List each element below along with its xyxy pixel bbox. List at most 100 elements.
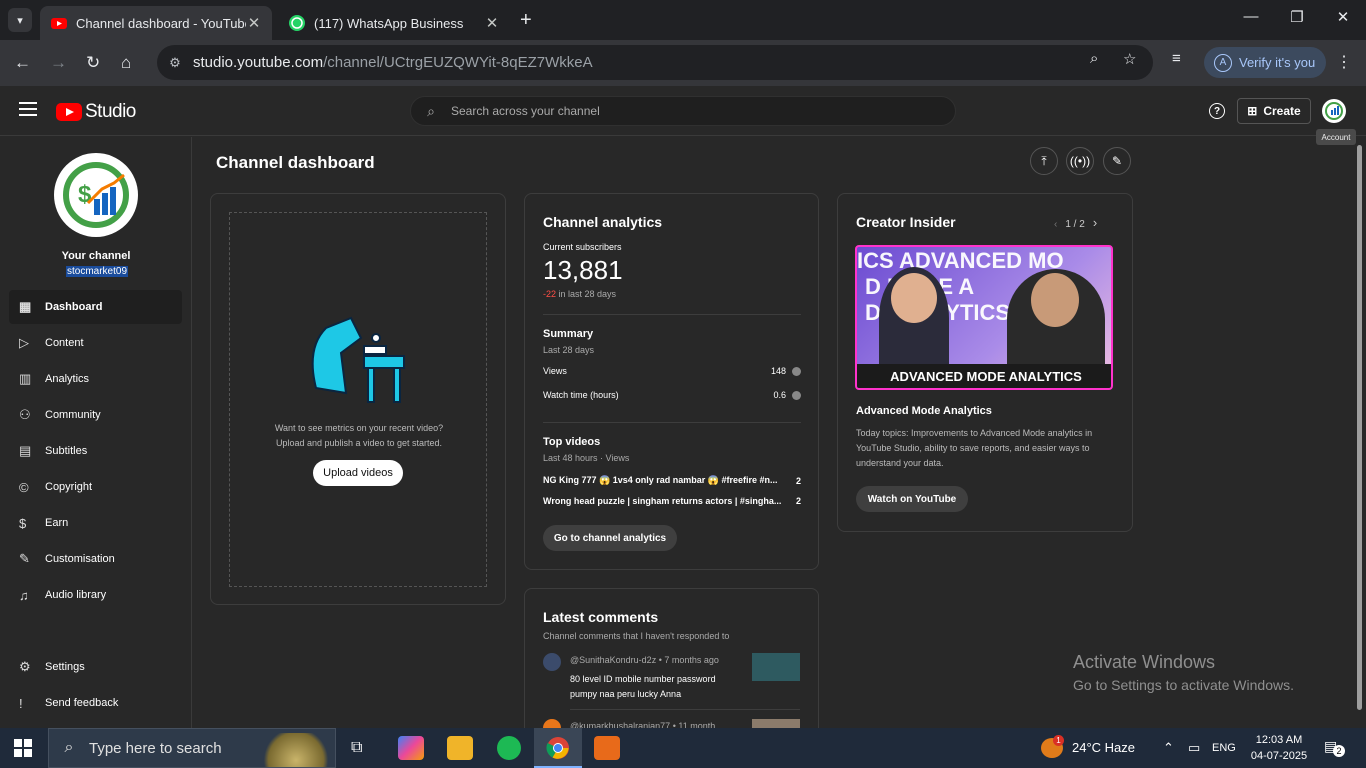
system-clock[interactable]: 12:03 AM 04-07-2025 [1244, 732, 1314, 764]
tab-title: Channel dashboard - YouTube S [76, 15, 246, 31]
divider [543, 422, 801, 423]
sidebar-item-analytics[interactable]: ▥ Analytics [9, 362, 182, 396]
create-button[interactable]: ⊞ Create [1237, 98, 1311, 124]
studio-logo[interactable]: Studio [56, 101, 136, 123]
language-indicator[interactable]: ENG [1212, 742, 1236, 754]
sidebar-item-send-feedback[interactable]: ! Send feedback [9, 686, 182, 720]
bookmark-star-icon[interactable]: ☆ [1123, 50, 1136, 68]
site-info-icon[interactable]: ⚙ [157, 55, 193, 71]
upload-line-1: Want to see metrics on your recent video… [274, 423, 444, 433]
close-icon[interactable]: ✕ [484, 14, 500, 32]
sidebar-item-settings[interactable]: ⚙ Settings [9, 650, 182, 684]
zoom-icon[interactable]: ⌕ [1090, 50, 1098, 67]
pager-label: 1 / 2 [1065, 219, 1085, 230]
youtube-icon [51, 18, 67, 29]
views-row: Views 148 [543, 366, 801, 376]
summary-period: Last 28 days [543, 345, 595, 355]
top-video-row[interactable]: NG King 777 😱 1vs4 only rad nambar 😱 #fr… [543, 475, 801, 486]
copyright-icon: © [19, 479, 29, 495]
browser-menu-icon[interactable]: ⋮ [1336, 52, 1352, 72]
comment-meta: @SunithaKondru-d2z • 7 months ago [570, 655, 719, 665]
taskbar-search-input[interactable]: ⌕ Type here to search [48, 728, 336, 768]
channel-avatar[interactable]: $ [54, 153, 138, 237]
comment-author[interactable]: @SunithaKondru-d2z [570, 655, 656, 665]
task-view-icon[interactable]: ⧉ [351, 739, 362, 757]
analytics-title: Channel analytics [543, 214, 663, 230]
weather-text[interactable]: 24°C Haze [1072, 740, 1135, 755]
meet-now-icon[interactable]: ▭ [1188, 740, 1200, 756]
back-icon[interactable]: ← [14, 53, 31, 73]
top-video-row[interactable]: Wrong head puzzle | singham returns acto… [543, 496, 801, 506]
fl-studio-icon[interactable] [594, 736, 620, 760]
go-to-analytics-button[interactable]: Go to channel analytics [543, 525, 677, 551]
sidebar-item-copyright[interactable]: © Copyright [9, 470, 182, 504]
sidebar-item-label: Content [45, 337, 84, 349]
reload-icon[interactable]: ↻ [86, 53, 100, 73]
page-scrollbar[interactable] [1357, 145, 1362, 710]
weather-badge: 1 [1053, 735, 1064, 746]
upload-icon[interactable]: ⤒ [1030, 147, 1058, 175]
media-control-icon[interactable]: ≡ [1172, 50, 1181, 67]
subscriber-change: -22 in last 28 days [543, 289, 616, 299]
copilot-icon[interactable] [398, 736, 424, 760]
new-tab-icon[interactable]: + [520, 9, 532, 32]
sidebar-item-customisation[interactable]: ✎ Customisation [9, 542, 182, 576]
search-input[interactable]: ⌕ Search across your channel [410, 96, 956, 126]
sidebar-item-label: Dashboard [45, 301, 103, 313]
comment-video-thumbnail[interactable] [752, 653, 800, 681]
sidebar-item-audio-library[interactable]: ♫ Audio library [9, 578, 182, 612]
account-avatar[interactable] [1322, 99, 1346, 123]
chevron-up-icon[interactable]: ⌃ [1163, 740, 1174, 756]
upload-line-2: Upload and publish a video to get starte… [275, 438, 443, 448]
insider-pager: ‹ 1 / 2 › [1054, 215, 1097, 230]
weather-icon[interactable]: 1 [1041, 735, 1064, 758]
info-icon[interactable] [792, 390, 801, 400]
home-icon[interactable]: ⌂ [121, 53, 131, 73]
sidebar-item-content[interactable]: ▷ Content [9, 326, 182, 360]
avatar[interactable] [543, 653, 561, 671]
thumbnail-caption: ADVANCED MODE ANALYTICS [857, 364, 1111, 388]
comment-line-2: pumpy naa peru lucky Anna [570, 689, 682, 699]
chrome-taskbar-button[interactable] [534, 728, 582, 768]
page-title: Channel dashboard [216, 153, 375, 172]
upload-videos-button[interactable]: Upload videos [313, 460, 403, 486]
video-camera-icon: ⊞ [1247, 104, 1258, 118]
account-tooltip: Account [1316, 129, 1356, 145]
channel-handle[interactable]: stocmarket09 [66, 266, 129, 277]
windows-start-icon[interactable] [14, 739, 32, 757]
tab-search-button[interactable]: ▾ [8, 8, 32, 32]
file-explorer-icon[interactable] [447, 736, 473, 760]
sidebar-item-label: Subtitles [45, 445, 88, 457]
notification-icon[interactable]: ▤ 2 [1324, 738, 1345, 757]
chevron-right-icon[interactable]: › [1093, 215, 1097, 230]
forward-icon[interactable]: → [50, 53, 67, 73]
verify-button[interactable]: A Verify it's you [1204, 47, 1326, 78]
hamburger-menu-icon[interactable] [19, 102, 37, 120]
sidebar-item-subtitles[interactable]: ▤ Subtitles [9, 434, 182, 468]
insider-thumbnail[interactable]: ICS ADVANCED MO D MODE A D ANALYTICS AD … [855, 245, 1113, 390]
address-bar[interactable]: ⚙ studio.youtube.com/channel/UCtrgEUZQWY… [157, 45, 1153, 80]
top-video-title: Wrong head puzzle | singham returns acto… [543, 496, 782, 506]
sidebar-item-dashboard[interactable]: ▦ Dashboard [9, 290, 182, 324]
search-highlight-image [259, 733, 333, 767]
sidebar-item-label: Community [45, 409, 101, 421]
minimize-icon[interactable]: — [1228, 8, 1274, 25]
restore-icon[interactable]: ❐ [1274, 8, 1320, 26]
window-close-icon[interactable]: ✕ [1320, 8, 1366, 26]
tab-title: (117) WhatsApp Business [314, 15, 464, 31]
close-icon[interactable]: ✕ [246, 14, 262, 32]
create-post-icon[interactable]: ✎ [1103, 147, 1131, 175]
go-live-icon[interactable]: ((•)) [1066, 147, 1094, 175]
tab-whatsapp[interactable]: (117) WhatsApp Business ✕ [278, 6, 510, 40]
watch-on-youtube-button[interactable]: Watch on YouTube [856, 486, 968, 512]
upload-dropzone[interactable]: Want to see metrics on your recent video… [229, 212, 487, 587]
help-icon[interactable]: ? [1209, 103, 1225, 119]
subscribers-label: Current subscribers [543, 242, 622, 252]
chevron-left-icon[interactable]: ‹ [1054, 219, 1057, 230]
tab-youtube-studio[interactable]: Channel dashboard - YouTube S ✕ [40, 6, 272, 40]
info-icon[interactable] [792, 366, 801, 376]
spotify-icon[interactable] [497, 736, 521, 760]
sidebar-item-earn[interactable]: $ Earn [9, 506, 182, 540]
subscriber-delta-suffix: in last 28 days [556, 289, 617, 299]
sidebar-item-community[interactable]: ⚇ Community [9, 398, 182, 432]
